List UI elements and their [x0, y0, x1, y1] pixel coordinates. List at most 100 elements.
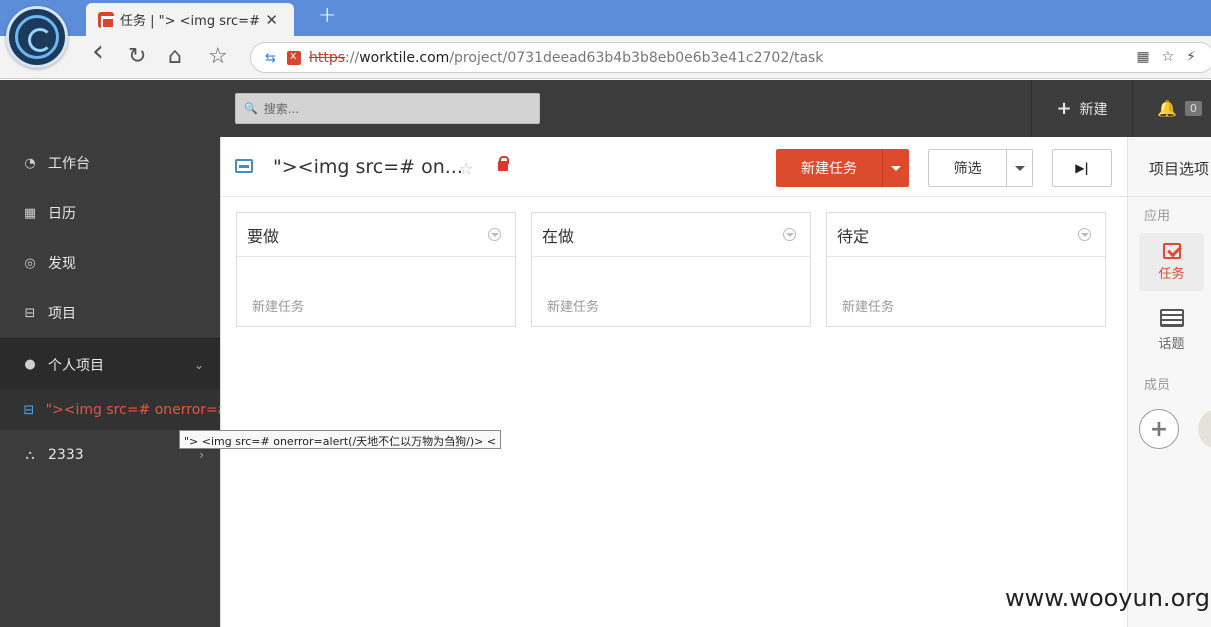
- sidebar-item-label: "><img src=# onerror=al...: [45, 402, 220, 418]
- filter-button[interactable]: 筛选: [928, 149, 1033, 187]
- bell-icon: 🔔: [1157, 99, 1177, 118]
- app-header: 🔍 搜索... + 新建 🔔 0: [0, 80, 1211, 137]
- new-button[interactable]: + 新建: [1032, 80, 1132, 137]
- task-column: 要做 新建任务: [236, 212, 516, 327]
- new-tab-button[interactable]: +: [318, 3, 336, 28]
- add-task-link[interactable]: 新建任务: [842, 296, 894, 315]
- notifications-button[interactable]: 🔔 0: [1133, 80, 1211, 137]
- plus-icon: +: [1149, 416, 1169, 442]
- caret-down-icon: [1014, 165, 1025, 171]
- search-icon: 🔍: [244, 102, 258, 115]
- new-task-button[interactable]: 新建任务: [776, 149, 909, 187]
- url-host: worktile.com: [359, 49, 450, 66]
- sidebar-item-discover[interactable]: ◎ 发现: [0, 238, 220, 288]
- sidebar-item-active-project[interactable]: ⊟ "><img src=# onerror=al...: [0, 390, 220, 430]
- column-title: 待定: [837, 226, 870, 246]
- sidebar-item-calendar[interactable]: ▦ 日历: [0, 188, 220, 238]
- tab-close-button[interactable]: ✕: [265, 11, 278, 29]
- dashboard-icon: ◔: [24, 155, 36, 171]
- skip-next-button[interactable]: ▶|: [1052, 149, 1112, 187]
- sidebar-item-label: 2333: [48, 447, 84, 463]
- sidebar-item-label: 项目: [48, 306, 76, 322]
- sitemap-icon: ⛬: [25, 447, 35, 463]
- inbox-icon: ⊟: [24, 305, 36, 321]
- sidebar-item-projects[interactable]: ⊟ 项目: [0, 288, 220, 338]
- notification-count-badge: 0: [1184, 101, 1202, 116]
- avatar[interactable]: [1198, 409, 1211, 449]
- sidebar-item-dashboard[interactable]: ◔ 工作台: [0, 138, 220, 188]
- panel-title: 项目选项: [1149, 160, 1210, 178]
- sidebar-item-label: 日历: [48, 206, 76, 222]
- column-menu-icon[interactable]: [1078, 228, 1091, 241]
- back-button[interactable]: ‹: [92, 37, 104, 67]
- sidebar-group-personal-projects[interactable]: ● 个人项目 ⌄: [0, 338, 220, 390]
- app-label: 话题: [1158, 336, 1185, 352]
- worktile-favicon-icon: [98, 11, 115, 29]
- insecure-lock-icon[interactable]: [287, 49, 301, 65]
- task-column: 待定 新建任务: [826, 212, 1106, 327]
- add-member-button[interactable]: +: [1139, 409, 1179, 449]
- qr-code-icon[interactable]: ▦: [1136, 49, 1149, 65]
- lightning-icon[interactable]: ⚡: [1186, 49, 1196, 65]
- browser-tab[interactable]: 任务 | "> <img src=# one ✕: [86, 3, 294, 36]
- user-icon: ●: [24, 357, 36, 372]
- project-header: "><img src=# on... ☆ 新建任务 筛选 ▶|: [221, 137, 1128, 197]
- project-title[interactable]: "><img src=# on...: [273, 156, 463, 178]
- lock-icon: [498, 156, 509, 171]
- column-header: 在做: [532, 213, 810, 257]
- new-button-label: 新建: [1079, 101, 1108, 118]
- apps-section-label: 应用: [1144, 209, 1171, 224]
- column-menu-icon[interactable]: [783, 228, 796, 241]
- tooltip: "> <img src=# onerror=alert(/天地不仁以万物为刍狗/…: [179, 430, 502, 449]
- inbox-icon: ⊟: [23, 402, 35, 418]
- chevron-down-icon: ⌄: [193, 357, 204, 372]
- reload-button[interactable]: ↻: [128, 45, 146, 69]
- divider: [1128, 196, 1211, 197]
- tab-title: 任务 | "> <img src=# one: [120, 14, 262, 29]
- column-menu-icon[interactable]: [488, 228, 501, 241]
- column-title: 在做: [542, 226, 575, 246]
- calendar-icon: ▦: [23, 205, 37, 221]
- app-label: 任务: [1158, 266, 1185, 282]
- sidebar: ◔ 工作台 ▦ 日历 ◎ 发现 ⊟ 项目 ● 个人项目 ⌄ ⊟ "><img s…: [0, 137, 220, 627]
- browser-logo-icon[interactable]: [6, 6, 68, 68]
- sidebar-item-label: 工作台: [48, 156, 90, 172]
- url-separator: ://: [345, 49, 360, 66]
- chevron-right-icon: ›: [199, 448, 204, 462]
- filter-dropdown-button[interactable]: [1006, 150, 1032, 186]
- url-path: /project/0731deead63b4b3b8eb0e6b3e41c270…: [449, 49, 824, 66]
- sidebar-group-label: 个人项目: [48, 357, 104, 374]
- members-section-label: 成员: [1144, 378, 1171, 393]
- search-placeholder: 搜索...: [263, 102, 300, 116]
- skip-next-icon: ▶|: [1075, 161, 1089, 175]
- task-check-icon: [1162, 242, 1181, 259]
- page-info-icon[interactable]: ⇆: [265, 51, 279, 66]
- home-button[interactable]: ⌂: [168, 45, 182, 69]
- new-task-dropdown-button[interactable]: [882, 149, 909, 187]
- url-scheme: https: [309, 49, 346, 66]
- task-column: 在做 新建任务: [531, 212, 811, 327]
- favorite-icon[interactable]: ☆: [1162, 49, 1175, 65]
- list-icon: [1159, 308, 1184, 327]
- new-task-label: 新建任务: [801, 161, 857, 177]
- app-topics[interactable]: 话题: [1139, 301, 1204, 359]
- star-icon[interactable]: ☆: [459, 159, 473, 178]
- address-bar[interactable]: ⇆ https :// worktile.com /project/0731de…: [250, 42, 1211, 73]
- watermark: www.wooyun.org: [1005, 584, 1210, 612]
- project-options-panel: 项目选项 应用 任务 话题 成员 +: [1127, 137, 1211, 627]
- browser-toolbar: ‹ ↻ ⌂ ☆ ⇆ https :// worktile.com /projec…: [0, 36, 1211, 79]
- column-header: 要做: [237, 213, 515, 257]
- inbox-icon: [235, 159, 253, 173]
- search-input[interactable]: 🔍 搜索...: [235, 93, 540, 124]
- column-title: 要做: [247, 226, 280, 246]
- compass-icon: ◎: [24, 255, 36, 271]
- column-header: 待定: [827, 213, 1105, 257]
- sidebar-item-label: 发现: [48, 256, 76, 272]
- add-task-link[interactable]: 新建任务: [547, 296, 599, 315]
- plus-icon: +: [1056, 98, 1072, 119]
- add-task-link[interactable]: 新建任务: [252, 296, 304, 315]
- app-tasks[interactable]: 任务: [1139, 233, 1204, 291]
- filter-label: 筛选: [953, 161, 982, 177]
- bookmark-star-button[interactable]: ☆: [208, 45, 228, 69]
- main-content: "><img src=# on... ☆ 新建任务 筛选 ▶| 要做 新建任务 …: [220, 137, 1128, 627]
